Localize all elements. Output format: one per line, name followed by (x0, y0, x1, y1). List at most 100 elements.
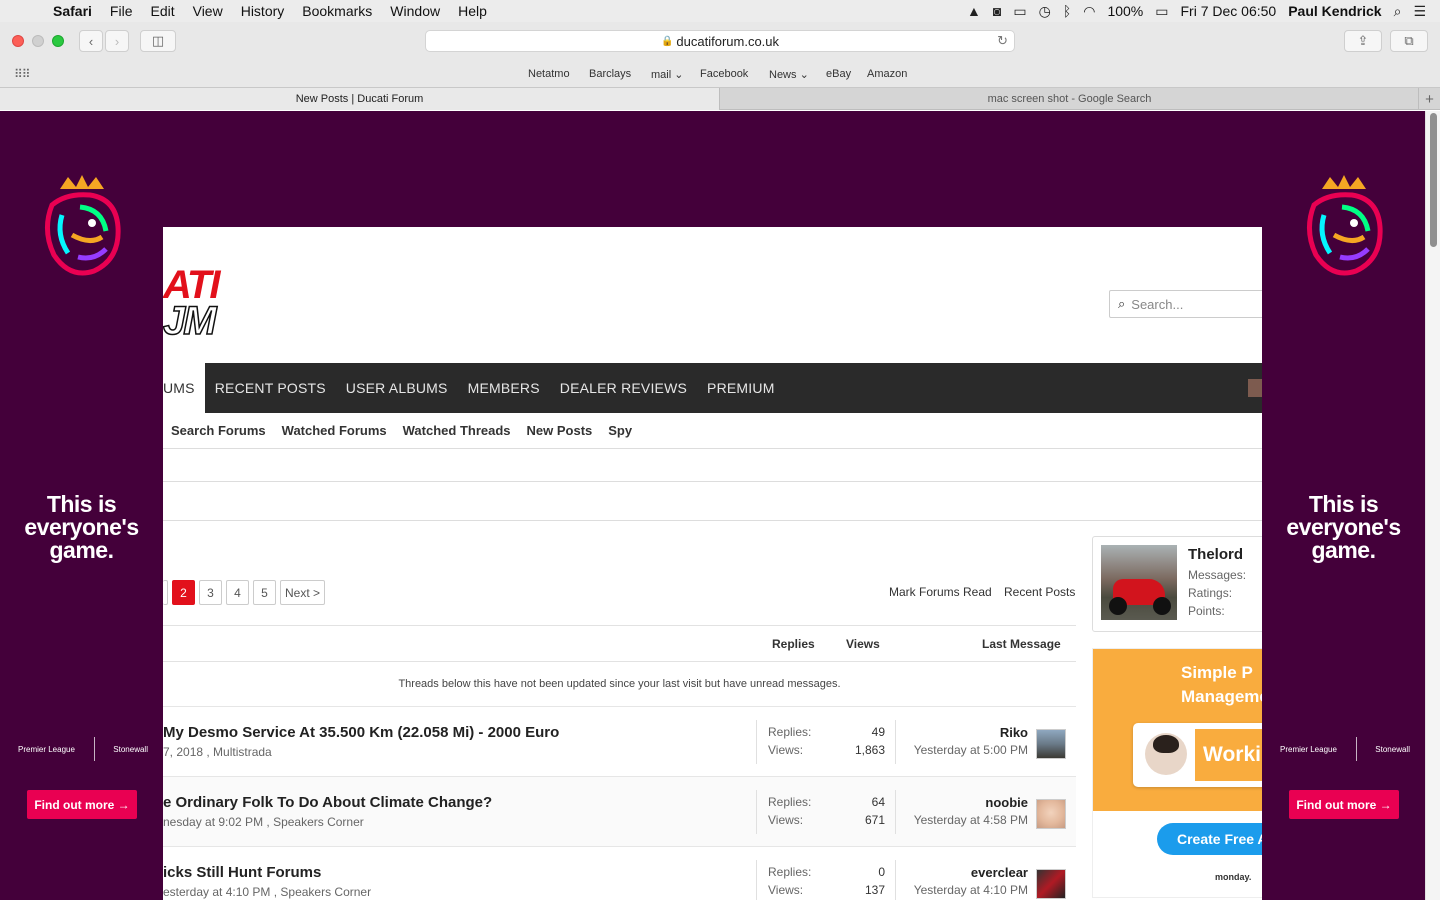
left-ad-banner[interactable]: This is everyone's game. Premier League … (0, 111, 163, 900)
page-4[interactable]: 4 (226, 580, 249, 605)
time-machine-icon[interactable]: ◷ (1039, 3, 1051, 20)
search-input[interactable]: ⌕ Search... (1109, 290, 1262, 318)
nav-forums[interactable]: UMS (163, 363, 205, 413)
user-photo[interactable] (1101, 545, 1177, 620)
menubar-status-area: ▲ ◙ ▭ ◷ ᛒ ◠ 100% ▭ Fri 7 Dec 06:50 Paul … (967, 0, 1440, 22)
spotlight-search-icon[interactable]: ⌕ (1394, 3, 1402, 20)
favorite-news[interactable]: News ⌄ (769, 68, 809, 81)
next-page-button[interactable]: Next > (280, 580, 326, 605)
menu-edit[interactable]: Edit (141, 3, 183, 19)
avatar[interactable] (1036, 729, 1066, 759)
header-replies[interactable]: Replies (772, 637, 815, 651)
subnav-spy[interactable]: Spy (608, 423, 632, 438)
battery-icon[interactable]: ▭ (1155, 3, 1168, 20)
create-free-account-button[interactable]: Create Free A (1157, 823, 1262, 855)
battery-percent[interactable]: 100% (1107, 3, 1143, 19)
favorite-netatmo[interactable]: Netatmo (528, 68, 570, 80)
new-tab-button[interactable]: + (1418, 88, 1440, 110)
close-window-button[interactable] (12, 35, 24, 47)
favorite-ebay[interactable]: eBay (826, 68, 851, 80)
menu-help[interactable]: Help (449, 3, 496, 19)
right-ad-banner[interactable]: This is everyone's game. Premier League … (1262, 111, 1425, 900)
favorite-amazon[interactable]: Amazon (867, 68, 907, 80)
site-logo[interactable]: ATI JM (163, 263, 225, 344)
chevron-down-icon: ⌄ (799, 69, 809, 81)
subnav-search-forums[interactable]: Search Forums (171, 423, 266, 438)
nav-user-albums[interactable]: USER ALBUMS (336, 363, 458, 413)
last-poster[interactable]: noobie (914, 795, 1028, 810)
header-last-message[interactable]: Last Message (982, 637, 1061, 651)
nav-dealer-reviews[interactable]: DEALER REVIEWS (550, 363, 697, 413)
favorite-barclays[interactable]: Barclays (589, 68, 631, 80)
avatar[interactable] (1036, 869, 1066, 899)
reload-icon[interactable]: ↻ (997, 33, 1008, 49)
nav-recent-posts[interactable]: RECENT POSTS (205, 363, 336, 413)
wheel-image (1109, 597, 1127, 615)
favorite-mail[interactable]: mail ⌄ (651, 68, 683, 81)
thread-title[interactable]: My Desmo Service At 35.500 Km (22.058 Mi… (163, 724, 559, 741)
minimize-window-button[interactable] (32, 35, 44, 47)
page-5[interactable]: 5 (253, 580, 276, 605)
share-button[interactable]: ⇪ (1344, 30, 1382, 52)
forward-button[interactable]: › (105, 30, 129, 52)
show-tabs-button[interactable]: ⧉ (1390, 30, 1428, 52)
tab-new-posts[interactable]: New Posts | Ducati Forum (0, 88, 720, 110)
page-scrollbar[interactable] (1425, 111, 1440, 900)
page-3[interactable]: 3 (199, 580, 222, 605)
subnav-new-posts[interactable]: New Posts (527, 423, 593, 438)
user-account[interactable]: Paul Kendrick (1288, 3, 1381, 19)
clock[interactable]: Fri 7 Dec 06:50 (1181, 3, 1277, 19)
fullscreen-window-button[interactable] (52, 35, 64, 47)
subnav-watched-threads[interactable]: Watched Threads (403, 423, 511, 438)
scrollbar-thumb[interactable] (1430, 113, 1437, 247)
sidebar-toggle-button[interactable]: ◫ (140, 30, 176, 52)
menu-view[interactable]: View (184, 3, 232, 19)
last-post-time[interactable]: Yesterday at 5:00 PM (914, 743, 1028, 757)
views-label: Views: (768, 743, 804, 757)
sub-nav: Search Forums Watched Forums Watched Thr… (163, 413, 1262, 449)
bluetooth-icon[interactable]: ᛒ (1063, 3, 1071, 19)
menu-window[interactable]: Window (381, 3, 449, 19)
mark-forums-read-link[interactable]: Mark Forums Read (889, 585, 992, 599)
thread-title[interactable]: e Ordinary Folk To Do About Climate Chan… (163, 794, 492, 811)
page-previous-stub[interactable] (163, 580, 168, 605)
address-bar[interactable]: 🔒 ducatiforum.co.uk ↻ (425, 30, 1015, 52)
menu-history[interactable]: History (232, 3, 294, 19)
menu-file[interactable]: File (101, 3, 142, 19)
last-post-time[interactable]: Yesterday at 4:10 PM (914, 883, 1028, 897)
views-label: Views: (768, 883, 804, 897)
recent-posts-link[interactable]: Recent Posts (1004, 585, 1075, 599)
back-button[interactable]: ‹ (79, 30, 103, 52)
subnav-watched-forums[interactable]: Watched Forums (282, 423, 387, 438)
sidebar-icon: ◫ (151, 33, 165, 48)
notification-center-icon[interactable]: ☰ (1413, 3, 1426, 20)
wifi-icon[interactable]: ◠ (1083, 3, 1095, 20)
logo-bottom-text: JM (163, 298, 217, 344)
thread-title[interactable]: icks Still Hunt Forums (163, 864, 321, 881)
page-2[interactable]: 2 (172, 580, 195, 605)
find-out-more-button[interactable]: Find out more → (1289, 790, 1399, 819)
nav-members[interactable]: MEMBERS (458, 363, 550, 413)
menu-bookmarks[interactable]: Bookmarks (293, 3, 381, 19)
nav-premium[interactable]: PREMIUM (697, 363, 785, 413)
logo-divider (1355, 737, 1357, 761)
find-out-more-button[interactable]: Find out more → (27, 790, 137, 819)
menu-app-name[interactable]: Safari (44, 3, 101, 19)
username[interactable]: Thelord (1188, 546, 1243, 563)
replies-count: 49 (871, 725, 885, 739)
last-post-time[interactable]: Yesterday at 4:58 PM (914, 813, 1028, 827)
last-poster[interactable]: everclear (914, 865, 1028, 880)
views-count: 671 (864, 813, 885, 827)
user-avatar-thumb[interactable] (1248, 379, 1262, 397)
ad-card: Worki (1133, 723, 1262, 787)
favorite-facebook[interactable]: Facebook (700, 68, 748, 80)
sidebar-ad[interactable]: Simple P Manageme Worki Create Free A mo… (1092, 648, 1262, 898)
last-poster[interactable]: Riko (914, 725, 1028, 740)
airplay-icon[interactable]: ▭ (1013, 3, 1026, 20)
avatar[interactable] (1036, 799, 1066, 829)
header-views[interactable]: Views (846, 637, 880, 651)
favorites-grid-icon[interactable]: ⠿⠿ (14, 67, 31, 81)
tab-google-search[interactable]: mac screen shot - Google Search (721, 88, 1418, 110)
app-status-icon[interactable]: ◙ (993, 3, 1001, 19)
drive-icon[interactable]: ▲ (967, 3, 981, 19)
